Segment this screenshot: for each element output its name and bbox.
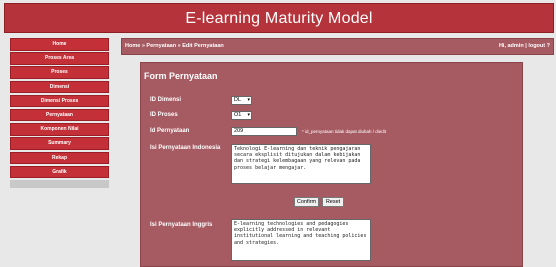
sidebar-item-dimensi[interactable]: Dimensi bbox=[10, 80, 109, 94]
id-proses-select[interactable]: O1 ▾ bbox=[231, 111, 252, 120]
sidebar-item-summary[interactable]: Summary bbox=[10, 137, 109, 150]
breadcrumb: Home » Pernyataan » Edit Pernyataan bbox=[125, 39, 224, 54]
user-separator: | bbox=[525, 43, 527, 49]
user-area: Hi, admin | logout ? bbox=[499, 39, 550, 54]
id-pernyataan-note: * id_pernyataan tidak dapat diubah / die… bbox=[302, 129, 387, 134]
sidebar-item-home[interactable]: Home bbox=[10, 38, 109, 51]
sidebar-footer bbox=[10, 179, 109, 188]
sidebar-item-proses[interactable]: Proses bbox=[10, 66, 109, 79]
confirm-button[interactable]: Confirm bbox=[294, 197, 319, 207]
isi-inggris-textarea[interactable]: E-learning technologies and pedagogies e… bbox=[231, 219, 371, 261]
id-pernyataan-input[interactable]: 209 bbox=[231, 127, 297, 136]
sidebar-item-dimensi-proses[interactable]: Dimensi Proses bbox=[10, 94, 109, 108]
sidebar-item-proses-area[interactable]: Proses Area bbox=[10, 52, 109, 65]
chevron-down-icon: ▾ bbox=[247, 112, 250, 118]
sidebar-item-rekap[interactable]: Rekap bbox=[10, 151, 109, 164]
id-pernyataan-label: Id Pernyataan bbox=[150, 128, 190, 134]
isi-indonesia-textarea[interactable]: Teknologi E-learning dan teknik pengajar… bbox=[231, 144, 371, 184]
id-dimensi-select[interactable]: DL ▾ bbox=[231, 96, 252, 105]
sidebar-item-pernyataan[interactable]: Pernyataan bbox=[10, 108, 109, 122]
isi-inggris-label: Isi Pernyataan Inggris bbox=[150, 222, 213, 228]
id-proses-label: ID Proses bbox=[150, 112, 178, 118]
logout-link[interactable]: logout ? bbox=[528, 43, 550, 49]
sidebar-item-komponen-nilai[interactable]: Komponen Nilai bbox=[10, 123, 109, 136]
app-header: E-learning Maturity Model bbox=[4, 3, 554, 33]
form-panel: Form Pernyataan ID Dimensi DL ▾ ID Prose… bbox=[140, 62, 523, 267]
sidebar-nav: Home Proses Area Proses Dimensi Dimensi … bbox=[10, 38, 109, 188]
id-dimensi-value: DL bbox=[234, 97, 242, 103]
breadcrumb-separator: » bbox=[177, 43, 181, 49]
user-greeting: Hi, admin bbox=[498, 43, 524, 49]
form-title: Form Pernyataan bbox=[144, 71, 218, 81]
breadcrumb-pernyataan[interactable]: Pernyataan bbox=[146, 43, 176, 49]
chevron-down-icon: ▾ bbox=[247, 97, 250, 103]
breadcrumb-home[interactable]: Home bbox=[125, 43, 140, 49]
isi-indonesia-label: Isi Pernyataan Indonesia bbox=[150, 145, 221, 151]
id-dimensi-label: ID Dimensi bbox=[150, 97, 182, 103]
id-proses-value: O1 bbox=[234, 112, 242, 118]
breadcrumb-separator: » bbox=[141, 43, 145, 49]
reset-button[interactable]: Reset bbox=[322, 197, 344, 207]
app-title: E-learning Maturity Model bbox=[185, 10, 373, 27]
top-bar: Home » Pernyataan » Edit Pernyataan Hi, … bbox=[121, 38, 554, 55]
sidebar-item-grafik[interactable]: Grafik bbox=[10, 165, 109, 179]
breadcrumb-current: Edit Pernyataan bbox=[182, 43, 224, 49]
